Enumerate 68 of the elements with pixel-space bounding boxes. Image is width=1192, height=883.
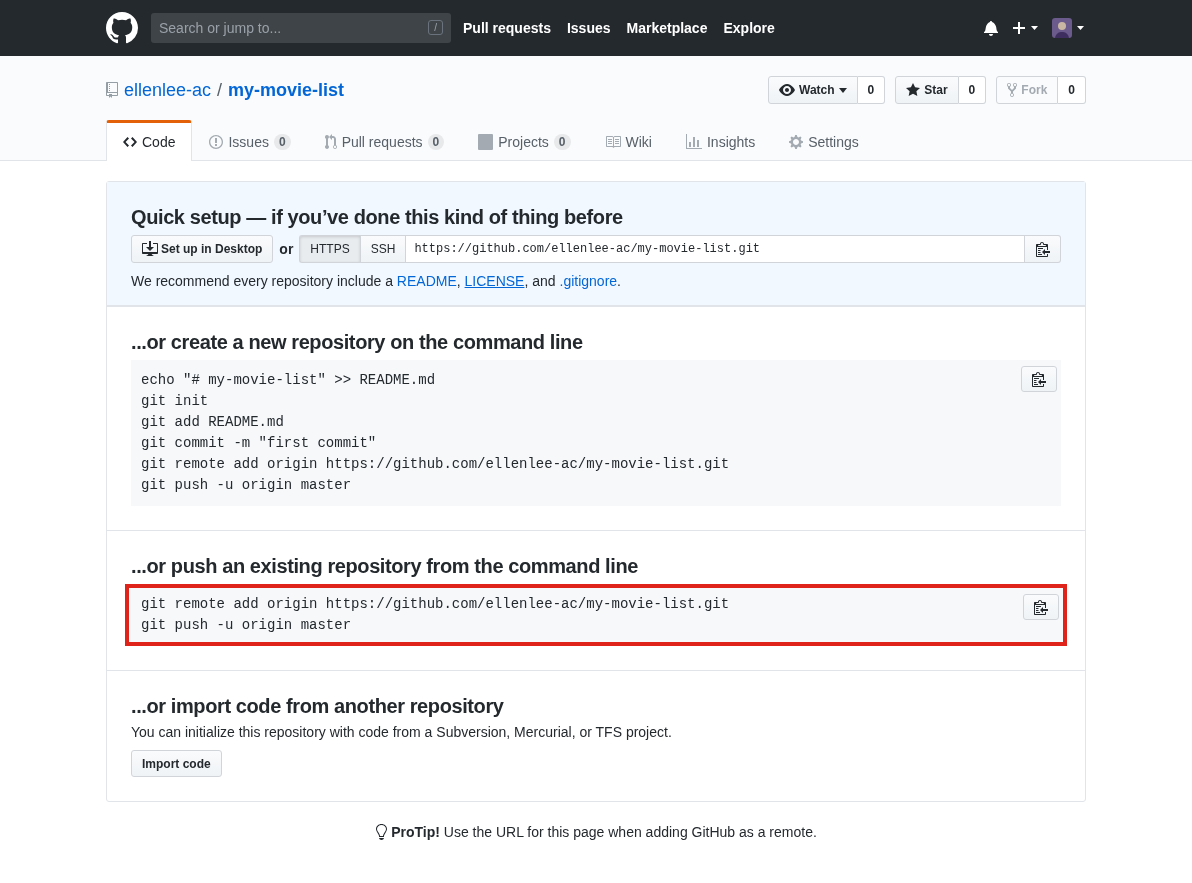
clipboard-icon	[1035, 241, 1050, 257]
copy-button[interactable]	[1021, 366, 1057, 392]
nav-link[interactable]: Explore	[723, 20, 775, 36]
octocat-logo-icon[interactable]	[106, 12, 138, 44]
code-line: git add README.md	[141, 413, 284, 432]
section-title: ...or push an existing repository from the command line	[131, 555, 639, 578]
code-line: git remote add origin https://github.com/ellenlee-ac/my-movie-list.git	[141, 595, 730, 614]
nav-link[interactable]: Pull requests	[463, 20, 551, 36]
clipboard-icon	[1032, 371, 1046, 387]
path-separator: /	[217, 79, 223, 101]
setup-desktop-button[interactable]: Set up in Desktop	[131, 235, 274, 263]
clipboard-icon	[1034, 599, 1048, 615]
nav-link[interactable]: Marketplace	[626, 20, 708, 36]
code-line: echo "# my-movie-list" >> README.md	[141, 371, 436, 390]
section-title: ...or import code from another repository	[131, 695, 505, 718]
file-link[interactable]: README	[396, 273, 457, 289]
repo-tab[interactable]: Issues 0	[192, 120, 308, 161]
repository-owner-link[interactable]: ellenlee-ac	[124, 79, 212, 101]
protocol-toggle[interactable]: SSH	[359, 235, 406, 263]
or-label: or	[279, 241, 294, 257]
section-title: Quick setup — if you’ve done this kind of thing before	[131, 206, 624, 229]
slash-key-hint: /	[428, 20, 443, 35]
code-line: git remote add origin https://github.com/ellenlee-ac/my-movie-list.git	[141, 455, 730, 474]
tab-counter: 0	[427, 134, 445, 150]
code-line: git init	[141, 392, 209, 411]
download-icon	[142, 241, 158, 257]
avatar-dropdown-icon[interactable]	[1052, 18, 1086, 38]
section-title: ...or create a new repository on the command line	[131, 331, 584, 354]
settings-icon	[789, 134, 804, 150]
action-count[interactable]: 0	[958, 76, 987, 104]
repo-tab[interactable]: Code	[106, 120, 193, 161]
eye-icon	[779, 82, 795, 98]
repo-tab[interactable]: Insights	[668, 120, 773, 161]
tab-counter: 0	[273, 134, 291, 150]
star-icon	[906, 82, 921, 98]
nav-link[interactable]: Issues	[566, 20, 611, 36]
repository-name-link[interactable]: my-movie-list	[228, 79, 345, 101]
action-count[interactable]: 0	[857, 76, 886, 104]
bar-graph-icon	[685, 134, 702, 150]
protocol-toggle[interactable]: HTTPS	[299, 235, 360, 263]
repo-action-button[interactable]: Watch	[768, 76, 858, 104]
file-link[interactable]: .gitignore	[559, 273, 618, 289]
code-line: git push -u origin master	[141, 616, 352, 635]
repo-tab[interactable]: Pull requests 0	[307, 120, 462, 161]
section-description: You can initialize this repository with code from a Subversion, Mercurial, or TFS project.	[131, 724, 673, 740]
notification-bell-icon[interactable]	[984, 20, 998, 36]
tab-counter: 0	[553, 134, 571, 150]
repo-tab[interactable]: Wiki	[587, 120, 669, 161]
book-icon	[604, 134, 621, 150]
protip-text: ProTip! Use the URL for this page when adding GitHub as a remote.	[391, 824, 817, 840]
import-code-button[interactable]: Import code	[131, 750, 222, 777]
repo-action-button[interactable]: Star	[895, 76, 959, 104]
repository-icon	[106, 82, 118, 98]
code-line: git commit -m "first commit"	[141, 434, 377, 453]
caret-icon	[838, 87, 847, 93]
repo-tab[interactable]: Projects 0	[461, 120, 588, 161]
fork-icon	[1007, 82, 1018, 98]
copy-button[interactable]	[1023, 594, 1059, 620]
recommendation-text: We recommend every repository include a README, LICENSE, and .gitignore.	[131, 273, 622, 289]
project-board-icon	[478, 134, 494, 150]
clone-url-field[interactable]: https://github.com/ellenlee-ac/my-movie-list.git	[405, 235, 1025, 263]
repo-tab[interactable]: Settings	[772, 120, 876, 161]
light-bulb-icon	[375, 824, 388, 840]
plus-dropdown-icon[interactable]	[1012, 20, 1040, 36]
code-line: git push -u origin master	[141, 476, 352, 495]
code-brackets-icon	[123, 134, 137, 150]
pull-request-icon	[324, 134, 337, 150]
copy-button[interactable]	[1025, 235, 1061, 263]
